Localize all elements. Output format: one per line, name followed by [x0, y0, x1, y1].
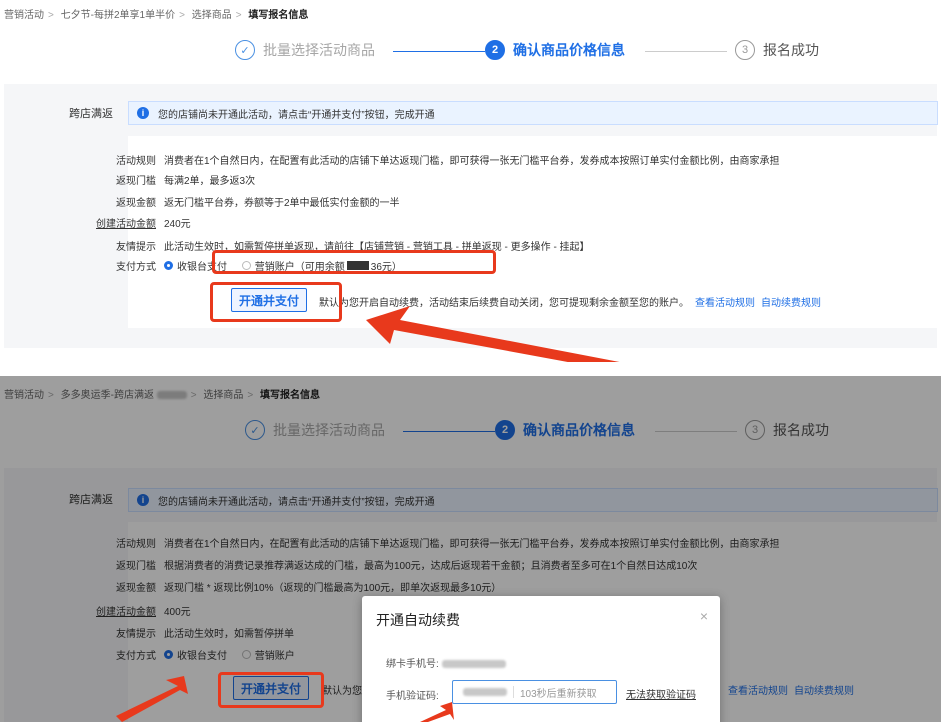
highlight-box	[210, 282, 342, 322]
step-label: 报名成功	[763, 42, 819, 58]
row-value: 返无门槛平台券，券额等于2单中最低实付金额的一半	[164, 198, 400, 209]
highlight-box	[212, 250, 496, 274]
phone-row: 绑卡手机号:	[386, 655, 506, 670]
step-3: 3 报名成功	[735, 40, 819, 60]
stepper: ✓ 批量选择活动商品 2 确认商品价格信息 3 报名成功	[235, 40, 835, 64]
breadcrumb-item[interactable]: 七夕节-每拼2单享1单半价	[61, 10, 175, 21]
separator	[513, 686, 514, 698]
section-label: 跨店满返	[69, 108, 113, 120]
auto-renew-modal: 开通自动续费 × 绑卡手机号: 手机验证码: 103秒后重新获取 无法获取验证码	[362, 596, 720, 722]
row-value: 每满2单，最多返3次	[164, 176, 256, 187]
rule-row: 活动规则 消费者在1个自然日内，在配置有此活动的店铺下单达返现门槛，即可获得一张无…	[74, 152, 780, 167]
rule-row: 返现门槛 每满2单，最多返3次	[74, 172, 255, 187]
row-key: 支付方式	[116, 262, 156, 273]
red-arrow-icon	[420, 702, 454, 722]
rule-row: 创建活动金额 240元	[74, 215, 191, 230]
breadcrumb-current: 填写报名信息	[248, 10, 309, 21]
row-key: 友情提示	[116, 242, 156, 253]
row-key: 活动规则	[116, 156, 156, 167]
highlight-box	[218, 672, 324, 708]
step-1: ✓ 批量选择活动商品	[235, 40, 375, 60]
breadcrumb: 营销活动 > 七夕节-每拼2单享1单半价 > 选择商品 > 填写报名信息	[4, 10, 309, 21]
phone-label: 绑卡手机号:	[386, 659, 439, 670]
close-icon[interactable]: ×	[700, 608, 708, 624]
row-value: 消费者在1个自然日内，在配置有此活动的店铺下单达返现门槛，即可获得一张无门槛平台…	[164, 156, 780, 167]
redaction	[441, 660, 506, 669]
step-label: 确认商品价格信息	[513, 42, 625, 58]
row-key[interactable]: 创建活动金额	[74, 215, 156, 230]
row-key: 返现金额	[116, 198, 156, 209]
red-arrow-icon	[366, 306, 620, 362]
step-connector	[393, 51, 485, 52]
activity-rules-link[interactable]: 查看活动规则	[695, 298, 755, 309]
notice-bar: i 您的店铺尚未开通此活动，请点击“开通并支付”按钮，完成开通	[128, 101, 938, 125]
screenshot-top: 营销活动 > 七夕节-每拼2单享1单半价 > 选择商品 > 填写报名信息 ✓ 批量选择…	[0, 0, 941, 362]
breadcrumb-item[interactable]: 选择商品	[192, 10, 232, 21]
info-icon: i	[137, 107, 149, 119]
redaction	[463, 688, 507, 696]
step-label: 批量选择活动商品	[263, 42, 375, 58]
notice-text: 您的店铺尚未开通此活动，请点击“开通并支付”按钮，完成开通	[158, 109, 435, 121]
step-number: 2	[485, 40, 505, 60]
rule-row: 返现金额 返无门槛平台券，券额等于2单中最低实付金额的一半	[74, 194, 400, 209]
screenshot-bottom: 营销活动 > 多多奥运季-跨店满返 > 选择商品 > 填写报名信息 ✓ 批量选择活动…	[0, 376, 941, 722]
row-value: 240元	[164, 219, 191, 230]
step-number: 3	[735, 40, 755, 60]
step-connector	[645, 51, 727, 52]
verification-code-input[interactable]: 103秒后重新获取	[452, 680, 617, 704]
no-code-link[interactable]: 无法获取验证码	[626, 686, 696, 701]
resend-countdown[interactable]: 103秒后重新获取	[520, 685, 597, 700]
check-icon: ✓	[235, 40, 255, 60]
radio-checked-icon	[164, 261, 173, 270]
modal-title: 开通自动续费	[376, 612, 460, 628]
auto-renew-rules-link[interactable]: 自动续费规则	[761, 298, 821, 309]
red-arrow-icon	[116, 676, 188, 722]
breadcrumb-item[interactable]: 营销活动	[4, 10, 44, 21]
row-key: 返现门槛	[116, 176, 156, 187]
divider	[0, 362, 941, 376]
step-2: 2 确认商品价格信息	[485, 40, 625, 60]
